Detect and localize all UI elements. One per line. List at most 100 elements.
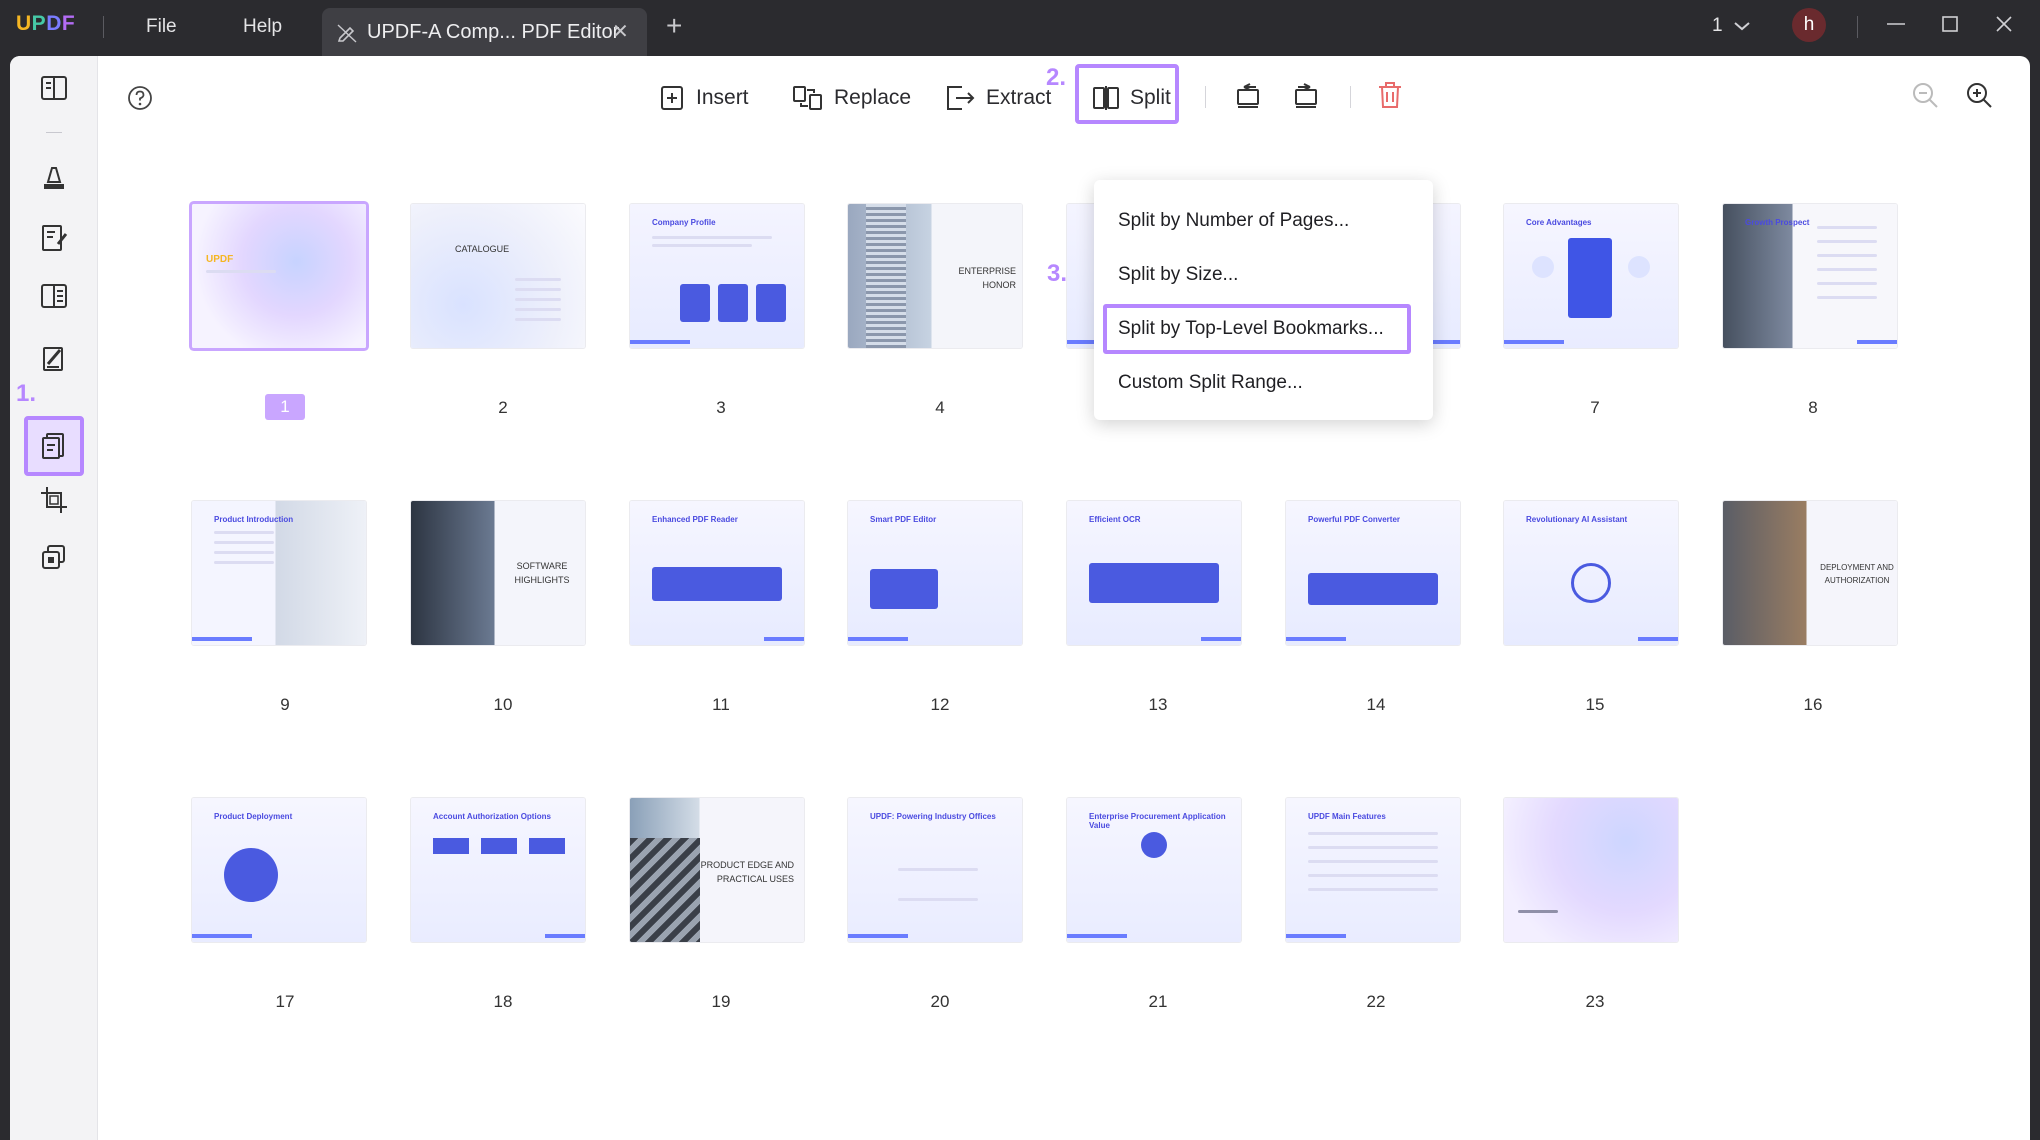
page-number: 17 xyxy=(275,992,295,1011)
page-thumbnail[interactable]: UPDF Main Features xyxy=(1286,798,1460,942)
page-thumbnail[interactable]: UPDF xyxy=(192,204,366,348)
extract-button[interactable]: Extract xyxy=(944,80,1051,116)
logo-letter: U xyxy=(16,12,32,35)
page-thumbnail[interactable]: Core Advantages xyxy=(1504,204,1678,348)
comment-highlighter-icon[interactable] xyxy=(38,162,70,194)
replace-button[interactable]: Replace xyxy=(792,80,911,116)
edit-pdf-icon[interactable] xyxy=(38,222,70,254)
page-number: 21 xyxy=(1148,992,1168,1011)
page-thumbnail[interactable]: Company Profile xyxy=(630,204,804,348)
toolbar-separator xyxy=(1205,86,1206,108)
split-button[interactable]: Split xyxy=(1092,80,1171,116)
thumb-title: SOFTWARE HIGHLIGHTS xyxy=(514,561,570,585)
thumb-title: PRODUCT EDGE AND PRACTICAL USES xyxy=(700,860,794,884)
annotation-step-1: 1. xyxy=(16,380,37,407)
page-thumbnail[interactable]: DEPLOYMENT AND AUTHORIZATION xyxy=(1723,501,1897,645)
menu-file[interactable]: File xyxy=(146,16,177,38)
thumb-title: ENTERPRISE HONOR xyxy=(958,266,1016,290)
close-window-icon[interactable] xyxy=(1992,12,2016,41)
page-number: 10 xyxy=(493,695,513,714)
thumb-title: CATALOGUE xyxy=(455,244,510,254)
menu-item-split-by-pages[interactable]: Split by Number of Pages... xyxy=(1118,210,1349,232)
insert-button[interactable]: Insert xyxy=(658,80,749,116)
document-tab[interactable]: UPDF-A Comp... PDF Editor ✕ xyxy=(322,8,647,56)
thumb-title: Product Deployment xyxy=(214,812,293,821)
page-number: 16 xyxy=(1803,695,1823,714)
page-number: 13 xyxy=(1148,695,1168,714)
page-thumbnail[interactable]: Product Introduction xyxy=(192,501,366,645)
replace-page-icon xyxy=(793,86,822,110)
tab-close-icon[interactable]: ✕ xyxy=(612,19,629,44)
menu-item-custom-split-range[interactable]: Custom Split Range... xyxy=(1118,372,1303,394)
updf-logo[interactable]: UPDF xyxy=(16,12,75,36)
rotate-right-icon[interactable] xyxy=(1290,80,1322,117)
page-number: 4 xyxy=(935,398,945,417)
sign-icon[interactable] xyxy=(38,342,70,374)
page-thumbnail[interactable]: Smart PDF Editor xyxy=(848,501,1022,645)
logo-letter: D xyxy=(46,12,62,35)
page-thumbnail[interactable]: PRODUCT EDGE AND PRACTICAL USES xyxy=(630,798,804,942)
page-thumbnail[interactable]: Account Authorization Options xyxy=(411,798,585,942)
page-thumbnail[interactable]: UPDF: Powering Industry Offices xyxy=(848,798,1022,942)
logo-letter: P xyxy=(31,12,47,35)
tools-layers-icon[interactable] xyxy=(38,542,70,574)
thumb-title: Powerful PDF Converter xyxy=(1308,515,1401,524)
insert-label: Insert xyxy=(696,86,749,109)
page-thumbnail[interactable]: Powerful PDF Converter xyxy=(1286,501,1460,645)
main-window: 1. Insert Replace Extract Split 2. UPDF xyxy=(10,56,2030,1140)
page-thumbnail[interactable]: Growth Prospect xyxy=(1723,204,1897,348)
title-separator xyxy=(1857,16,1858,38)
minimize-icon[interactable] xyxy=(1884,12,1908,41)
thumb-title: Growth Prospect xyxy=(1745,218,1810,227)
page-thumbnail[interactable]: CATALOGUE xyxy=(411,204,585,348)
new-tab-button[interactable]: + xyxy=(666,10,682,42)
sidebar-separator xyxy=(46,132,62,133)
rotate-left-icon[interactable] xyxy=(1232,80,1264,117)
page-number: 20 xyxy=(930,992,950,1011)
page-number: 19 xyxy=(711,992,731,1011)
annotation-step-3: 3. xyxy=(1047,260,1068,287)
page-number: 12 xyxy=(930,695,950,714)
page-thumbnail[interactable]: Efficient OCR xyxy=(1067,501,1241,645)
chevron-down-icon[interactable] xyxy=(1730,14,1754,43)
maximize-icon[interactable] xyxy=(1938,12,1962,41)
delete-trash-icon[interactable] xyxy=(1376,80,1404,115)
user-avatar[interactable]: h xyxy=(1792,8,1826,42)
thumb-title: Product Introduction xyxy=(214,515,294,524)
thumb-title: Revolutionary AI Assistant xyxy=(1526,515,1628,524)
crop-icon[interactable] xyxy=(38,484,70,516)
thumb-title: Company Profile xyxy=(652,218,716,227)
page-number: 11 xyxy=(712,695,730,714)
menu-item-split-by-size[interactable]: Split by Size... xyxy=(1118,264,1238,286)
page-thumbnail[interactable]: SOFTWARE HIGHLIGHTS xyxy=(411,501,585,645)
reader-icon[interactable] xyxy=(38,72,70,104)
extract-label: Extract xyxy=(986,86,1052,109)
title-separator xyxy=(103,16,104,38)
help-icon[interactable] xyxy=(126,84,154,117)
thumb-title: UPDF: Powering Industry Offices xyxy=(870,812,996,821)
replace-label: Replace xyxy=(834,86,912,109)
page-number: 23 xyxy=(1585,992,1605,1011)
thumb-title: Account Authorization Options xyxy=(433,812,551,821)
form-icon[interactable] xyxy=(38,280,70,312)
thumb-title: Efficient OCR xyxy=(1089,515,1141,524)
page-thumbnail[interactable]: ENTERPRISE HONOR xyxy=(848,204,1022,348)
split-dropdown-menu: Split by Number of Pages... Split by Siz… xyxy=(1094,180,1433,420)
page-thumbnail[interactable]: Revolutionary AI Assistant xyxy=(1504,501,1678,645)
page-thumbnail[interactable]: Enterprise Procurement Application Value xyxy=(1067,798,1241,942)
menu-help[interactable]: Help xyxy=(243,16,282,38)
page-thumbnail[interactable]: Enhanced PDF Reader xyxy=(630,501,804,645)
page-selector[interactable]: 1 xyxy=(1712,15,1723,37)
logo-letter: F xyxy=(61,12,76,35)
zoom-in-icon[interactable] xyxy=(1964,80,1994,115)
page-thumbnail[interactable]: Product Deployment xyxy=(192,798,366,942)
zoom-out-icon[interactable] xyxy=(1910,80,1940,115)
page-number: 9 xyxy=(280,695,290,714)
annotation-step-2: 2. xyxy=(1046,64,1067,91)
organize-pages-icon[interactable] xyxy=(38,430,70,462)
menu-item-split-by-bookmarks[interactable]: Split by Top-Level Bookmarks... xyxy=(1118,318,1384,340)
page-number: 14 xyxy=(1366,695,1386,714)
tool-sidebar xyxy=(10,56,98,1140)
page-thumbnail[interactable] xyxy=(1504,798,1678,942)
page-number: 8 xyxy=(1808,398,1818,417)
